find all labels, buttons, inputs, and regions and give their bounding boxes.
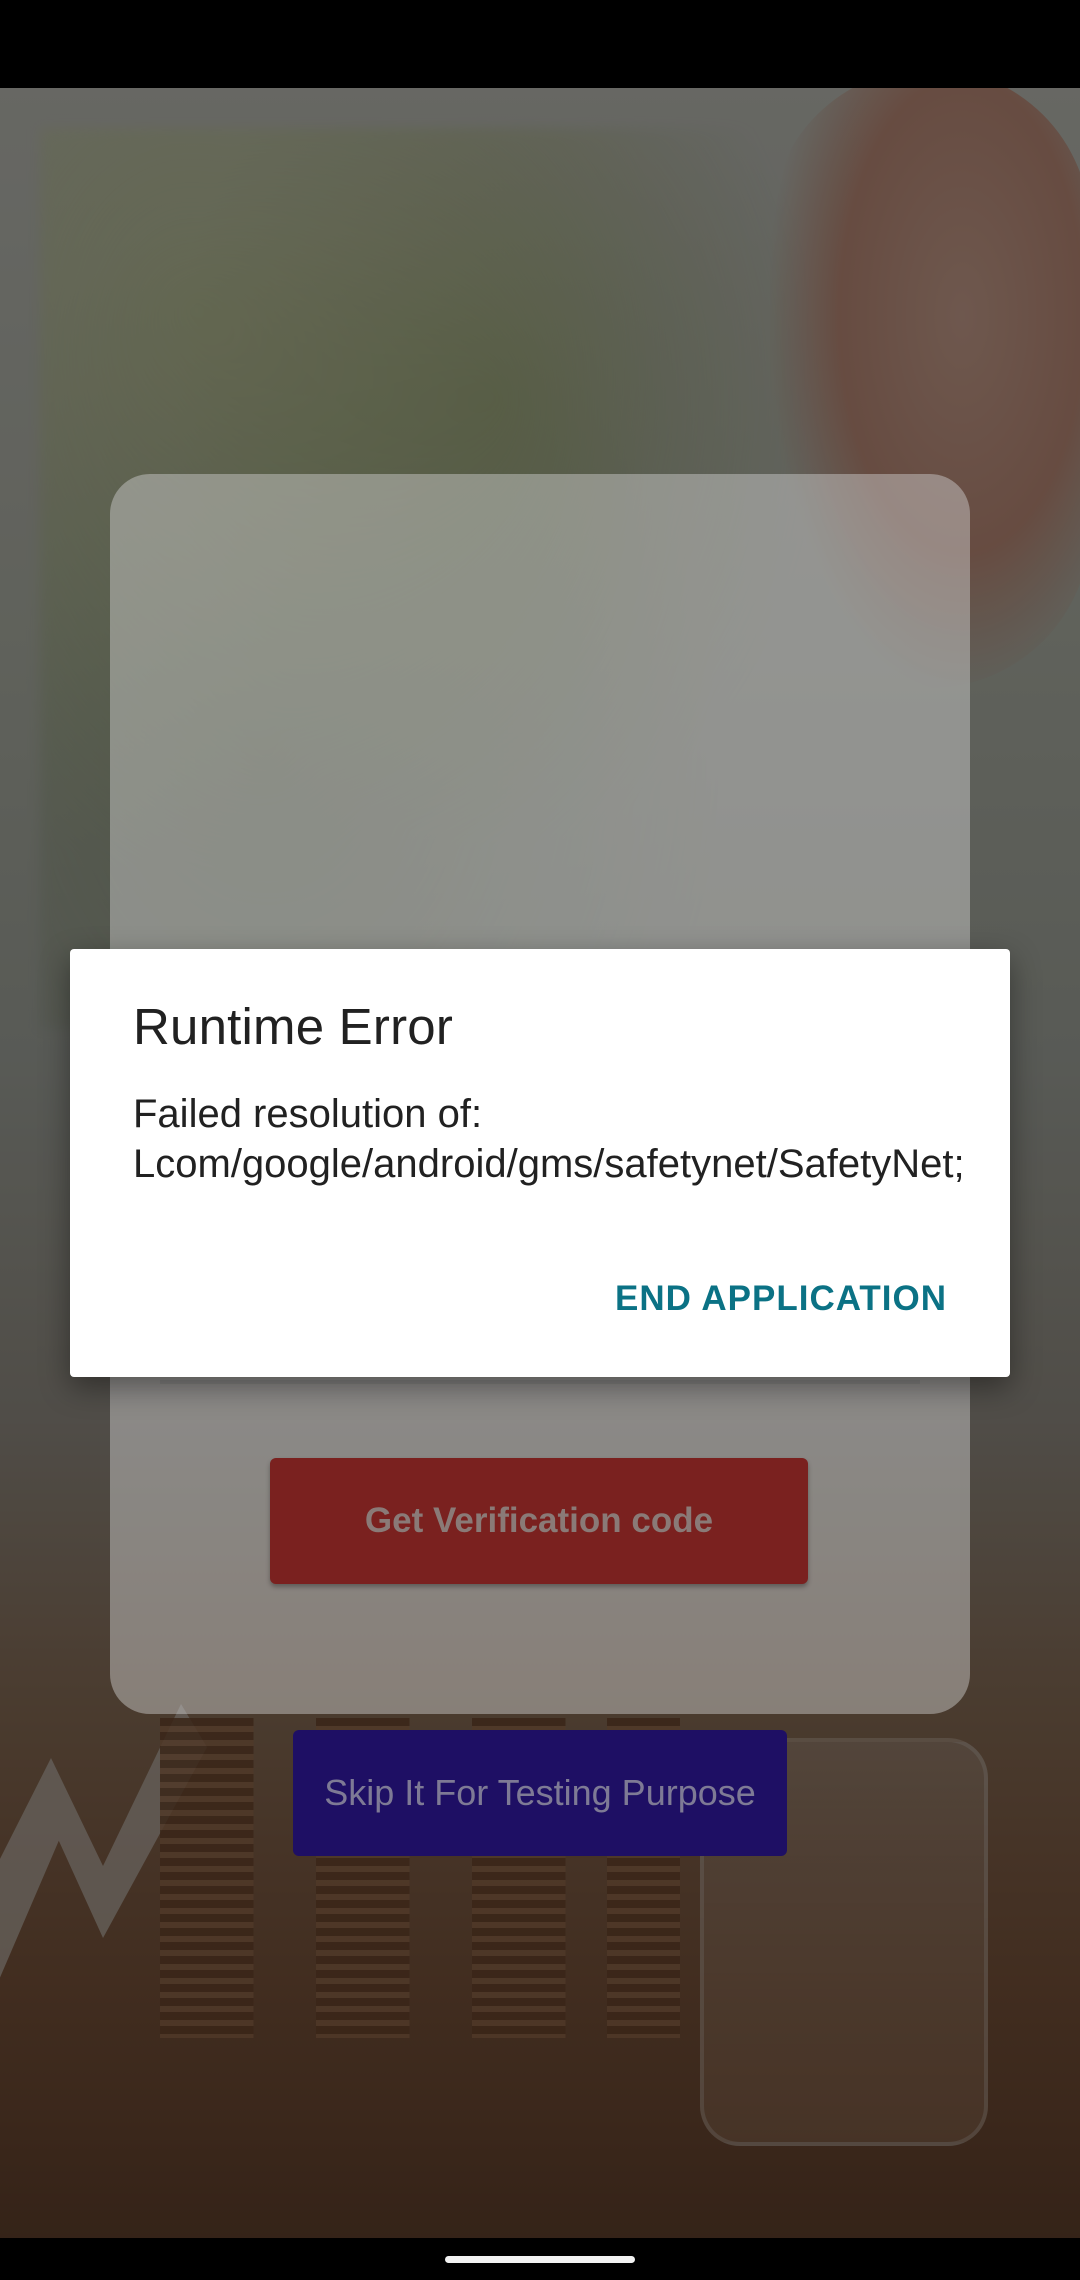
- home-indicator[interactable]: [445, 2256, 635, 2263]
- dialog-title: Runtime Error: [133, 998, 454, 1055]
- runtime-error-dialog: Runtime Error Failed resolution of: Lcom…: [70, 949, 1010, 1377]
- skip-testing-button[interactable]: Skip It For Testing Purpose: [293, 1730, 787, 1856]
- status-bar: [0, 0, 1080, 88]
- app-screen: Get Verification code Skip It For Testin…: [0, 0, 1080, 2280]
- end-application-button[interactable]: END APPLICATION: [615, 1269, 947, 1329]
- dialog-message: Failed resolution of: Lcom/google/androi…: [133, 1092, 965, 1186]
- phone-input-underline: [160, 1380, 920, 1384]
- get-verification-code-button[interactable]: Get Verification code: [270, 1458, 808, 1584]
